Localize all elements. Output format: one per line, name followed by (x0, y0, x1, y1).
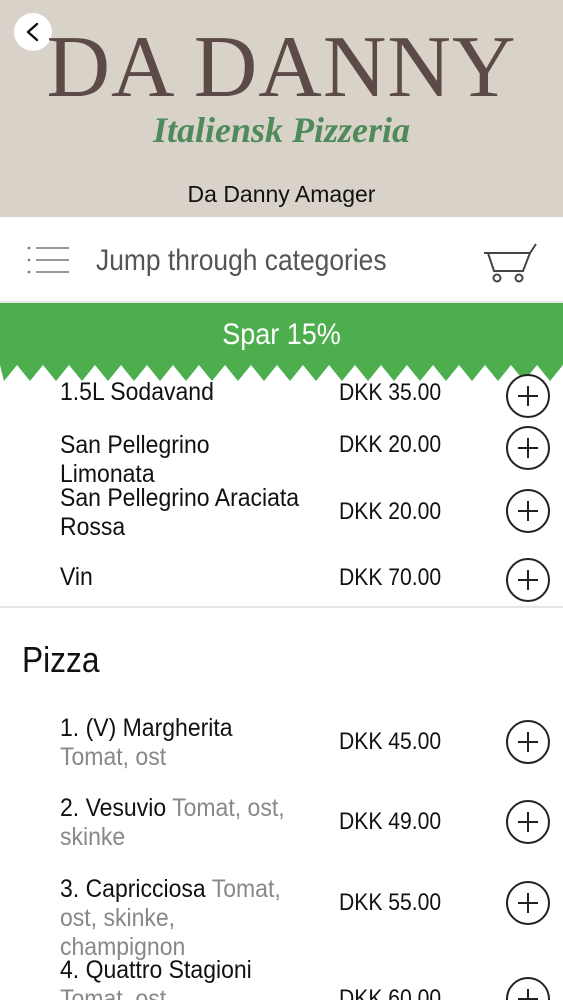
item-price: DKK 20.00 (339, 498, 442, 525)
list-icon[interactable] (27, 245, 71, 275)
menu-item: 4. Quattro Stagioni Tomat, ost, champign… (0, 954, 563, 1000)
add-item-button[interactable] (506, 800, 550, 844)
item-name: 2. Vesuvio Tomat, ost, skinke (60, 794, 301, 852)
item-name: San Pellegrino Araciata Rossa (60, 484, 300, 541)
menu-item: San Pellegrino Araciata Rossa DKK 20.00 (0, 482, 563, 552)
add-item-button[interactable] (506, 558, 550, 602)
item-title: 4. Quattro Stagioni (60, 956, 252, 984)
menu-item: San Pellegrino Limonata DKK 20.00 (0, 422, 563, 488)
item-price: DKK 45.00 (339, 728, 442, 755)
item-name: Vin (60, 563, 93, 591)
add-item-button[interactable] (506, 977, 550, 1000)
section-divider (0, 606, 563, 608)
item-price: DKK 20.00 (339, 431, 442, 458)
menu-item: 1.5L Sodavand DKK 35.00 (0, 370, 563, 418)
brand-logo-title: DA DANNY (46, 19, 517, 116)
add-item-button[interactable] (506, 881, 550, 925)
item-price: DKK 49.00 (339, 808, 442, 835)
item-title: 1. (V) Margherita (60, 714, 233, 742)
menu-list: 1.5L Sodavand DKK 35.00 San Pellegrino L… (0, 364, 563, 1000)
brand-logo-subtitle: Italiensk Pizzeria (152, 110, 411, 150)
item-name: 1. (V) Margherita Tomat, ost (60, 714, 301, 772)
jump-categories-button[interactable]: Jump through categories (96, 242, 387, 280)
item-description: Tomat, ost (60, 743, 167, 771)
menu-item: Vin DKK 70.00 (0, 556, 563, 604)
menu-item: 3. Capricciosa Tomat, ost, skinke, champ… (0, 873, 563, 961)
item-price: DKK 35.00 (339, 379, 442, 406)
item-name: 3. Capricciosa Tomat, ost, skinke, champ… (60, 875, 301, 962)
menu-item: 1. (V) Margherita Tomat, ost DKK 45.00 (0, 712, 563, 782)
item-price: DKK 55.00 (339, 889, 442, 916)
item-title: 2. Vesuvio (60, 794, 167, 822)
item-name: 1.5L Sodavand (60, 378, 214, 406)
restaurant-location: Da Danny Amager (187, 181, 376, 207)
add-item-button[interactable] (506, 374, 550, 418)
discount-text: Spar 15% (222, 318, 341, 351)
add-item-button[interactable] (506, 489, 550, 533)
restaurant-header: DA DANNY Italiensk Pizzeria Da Danny Ama… (0, 0, 563, 217)
item-name: San Pellegrino Limonata (60, 431, 210, 488)
add-item-button[interactable] (506, 426, 550, 470)
menu-item: 2. Vesuvio Tomat, ost, skinke DKK 49.00 (0, 792, 563, 862)
section-title-pizza: Pizza (22, 639, 100, 680)
item-price: DKK 70.00 (339, 564, 442, 591)
add-item-button[interactable] (506, 720, 550, 764)
category-bar: Jump through categories (0, 217, 563, 303)
item-name: 4. Quattro Stagioni Tomat, ost, champign… (60, 956, 301, 1000)
item-price: DKK 60.00 (339, 985, 442, 1000)
item-title: 3. Capricciosa (60, 875, 206, 903)
item-description: Tomat, ost, champignon, skinke (60, 985, 173, 1000)
cart-icon[interactable] (482, 241, 538, 283)
